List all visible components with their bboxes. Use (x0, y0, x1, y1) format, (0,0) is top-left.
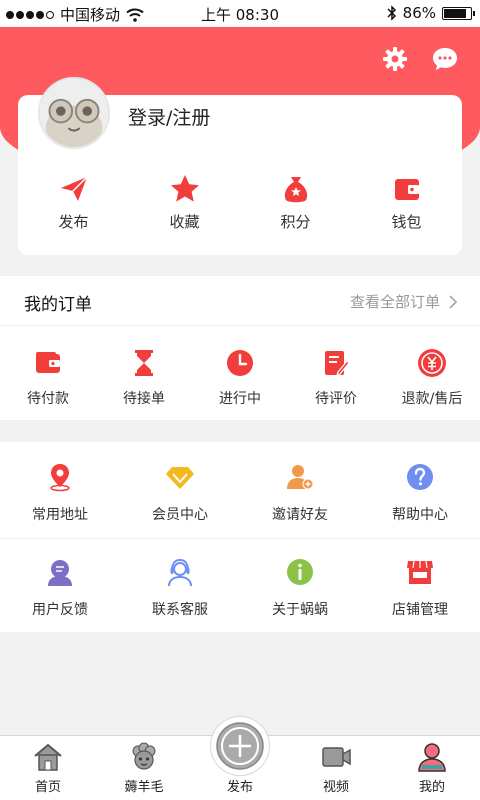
services-section: 常用地址 会员中心 邀请好友 帮助中心 用户反馈 联系客服 关于蜗蜗 店铺管理 (0, 442, 480, 632)
store-icon (407, 560, 433, 584)
orders-section: 我的订单 查看全部订单 待付款 待接单 进行中 待评价 退款/售后 (0, 276, 480, 420)
order-in-progress-label: 进行中 (219, 391, 261, 407)
settings-button[interactable] (380, 44, 410, 74)
services-row-2: 用户反馈 联系客服 关于蜗蜗 店铺管理 (0, 557, 480, 619)
order-pending-accept[interactable]: 待接单 (96, 348, 192, 408)
tab-video[interactable]: 视频 (288, 736, 384, 800)
chat-bubble-icon (433, 48, 457, 70)
video-camera-icon (322, 747, 351, 767)
order-in-progress[interactable]: 进行中 (192, 348, 288, 408)
service-customer-support[interactable]: 联系客服 (120, 557, 240, 619)
quick-favorites[interactable]: 收藏 (129, 173, 240, 232)
headset-icon (168, 558, 192, 587)
battery-icon (442, 6, 475, 20)
service-feedback-label: 用户反馈 (32, 602, 88, 618)
service-store-management[interactable]: 店铺管理 (360, 557, 480, 619)
tab-deals-label: 薅羊毛 (124, 780, 164, 795)
status-right: 86% (387, 4, 475, 22)
service-feedback[interactable]: 用户反馈 (0, 557, 120, 619)
bottom-tab-bar: 首页 薅羊毛 发布 视频 我的 (0, 716, 480, 800)
order-pending-review[interactable]: 待评价 (288, 348, 384, 408)
help-icon (407, 464, 433, 490)
location-pin-icon (50, 464, 70, 492)
service-address-label: 常用地址 (32, 507, 88, 523)
tab-publish-label: 发布 (226, 780, 253, 795)
order-pending-review-label: 待评价 (315, 391, 357, 407)
service-customer-support-label: 联系客服 (152, 602, 208, 618)
quick-favorites-label: 收藏 (169, 213, 200, 231)
feedback-icon (48, 560, 72, 586)
paper-plane-icon (60, 176, 88, 201)
battery-fill (444, 8, 467, 18)
tab-home-label: 首页 (34, 780, 61, 795)
status-bar: 中国移动 上午 08:30 86% (0, 0, 480, 27)
battery-label: 86% (402, 4, 436, 22)
tab-me-label: 我的 (418, 780, 445, 795)
service-invite[interactable]: 邀请好友 (240, 462, 360, 524)
wallet-icon (394, 179, 419, 200)
avatar[interactable] (38, 77, 110, 149)
home-icon (34, 743, 62, 771)
orders-header: 我的订单 查看全部订单 (0, 276, 480, 326)
refund-icon (418, 349, 446, 377)
service-help[interactable]: 帮助中心 (360, 462, 480, 524)
services-row-1: 常用地址 会员中心 邀请好友 帮助中心 (0, 462, 480, 524)
orders-title: 我的订单 (24, 295, 92, 315)
service-about-label: 关于蜗蜗 (272, 602, 328, 618)
quick-wallet[interactable]: 钱包 (351, 173, 462, 232)
tab-deals[interactable]: 薅羊毛 (96, 736, 192, 800)
view-all-orders-link[interactable]: 查看全部订单 (350, 291, 458, 312)
service-store-management-label: 店铺管理 (392, 602, 448, 618)
hourglass-icon (135, 350, 153, 376)
services-divider (0, 538, 480, 539)
tab-publish[interactable]: 发布 (192, 716, 288, 800)
quick-publish-label: 发布 (58, 213, 89, 231)
bluetooth-icon (387, 5, 396, 21)
profile-card: 登录/注册 发布 收藏 积分 钱包 (18, 77, 462, 255)
clock-icon (227, 350, 253, 376)
quick-publish[interactable]: 发布 (18, 173, 129, 232)
service-address[interactable]: 常用地址 (0, 462, 120, 524)
order-refund[interactable]: 退款/售后 (384, 348, 480, 408)
service-help-label: 帮助中心 (392, 507, 448, 523)
star-icon (170, 175, 199, 202)
tab-me[interactable]: 我的 (384, 736, 480, 800)
user-icon (418, 743, 446, 772)
quick-actions: 发布 收藏 积分 钱包 (18, 173, 462, 232)
gear-icon (383, 47, 407, 71)
diamond-icon (166, 467, 194, 489)
sheep-icon (132, 742, 156, 770)
quick-points[interactable]: 积分 (240, 173, 351, 232)
wallet-icon (36, 352, 60, 373)
tab-video-label: 视频 (322, 780, 349, 795)
view-all-orders-label: 查看全部订单 (349, 293, 440, 311)
order-pending-accept-label: 待接单 (123, 391, 165, 407)
service-membership-label: 会员中心 (152, 507, 208, 523)
service-invite-label: 邀请好友 (272, 507, 328, 523)
order-refund-label: 退款/售后 (401, 391, 463, 407)
order-pending-payment-label: 待付款 (27, 391, 69, 407)
chevron-right-icon (449, 294, 458, 309)
orders-status-row: 待付款 待接单 进行中 待评价 退款/售后 (0, 348, 480, 408)
quick-wallet-label: 钱包 (391, 213, 422, 231)
edit-doc-icon (325, 351, 350, 376)
service-membership[interactable]: 会员中心 (120, 462, 240, 524)
plus-circle-icon (216, 722, 264, 770)
add-user-icon (287, 465, 314, 490)
tab-home[interactable]: 首页 (0, 736, 96, 800)
quick-points-label: 积分 (280, 213, 311, 231)
publish-button[interactable] (210, 716, 270, 776)
login-register-link[interactable]: 登录/注册 (128, 103, 210, 130)
service-about[interactable]: 关于蜗蜗 (240, 557, 360, 619)
money-bag-icon (284, 177, 307, 203)
message-button[interactable] (430, 44, 460, 74)
avatar-image (40, 79, 108, 147)
order-pending-payment[interactable]: 待付款 (0, 348, 96, 408)
info-icon (287, 559, 313, 585)
